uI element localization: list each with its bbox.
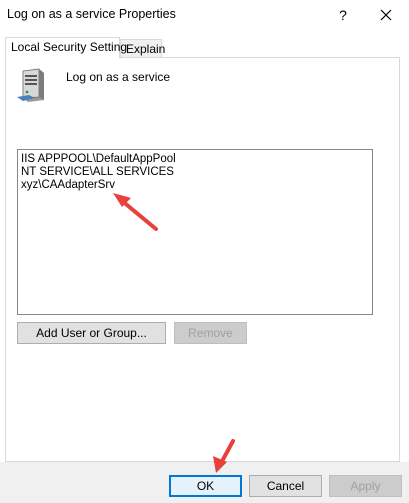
policy-name: Log on as a service <box>66 70 171 84</box>
accounts-listbox[interactable]: IIS APPPOOL\DefaultAppPool NT SERVICE\AL… <box>17 149 373 315</box>
tab-local-security-setting[interactable]: Local Security Setting <box>5 37 127 58</box>
window-title: Log on as a service Properties <box>7 7 176 21</box>
help-button[interactable]: ? <box>326 1 360 29</box>
list-item[interactable]: IIS APPPOOL\DefaultAppPool <box>18 153 372 166</box>
title-bar: Log on as a service Properties ? <box>0 0 409 30</box>
list-item[interactable]: NT SERVICE\ALL SERVICES <box>18 166 372 179</box>
close-icon <box>380 9 392 21</box>
apply-button: Apply <box>329 475 402 497</box>
remove-button: Remove <box>174 322 247 344</box>
help-icon: ? <box>339 7 347 23</box>
add-user-or-group-button[interactable]: Add User or Group... <box>17 322 166 344</box>
cancel-button[interactable]: Cancel <box>249 475 322 497</box>
server-icon <box>17 68 44 102</box>
list-item[interactable]: xyz\CAAdapterSrv <box>18 179 372 192</box>
close-button[interactable] <box>366 1 406 29</box>
ok-button[interactable]: OK <box>169 475 242 497</box>
